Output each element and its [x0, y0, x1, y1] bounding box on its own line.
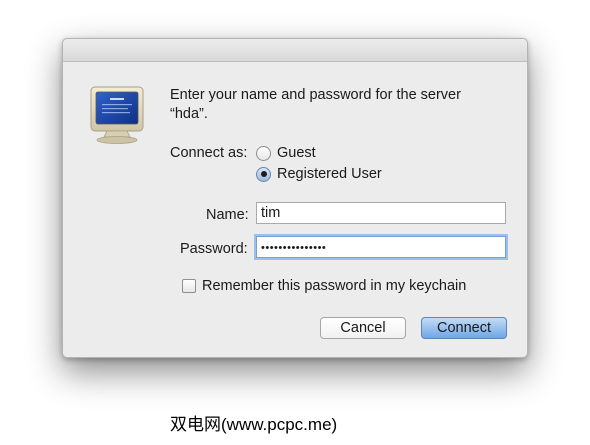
password-field[interactable]: •••••••••••••••: [256, 236, 506, 258]
server-monitor-icon: [87, 85, 147, 145]
remember-password-checkbox[interactable]: [182, 279, 196, 293]
remember-password-label[interactable]: Remember this password in my keychain: [202, 278, 466, 294]
cancel-button[interactable]: Cancel: [320, 317, 406, 339]
radio-registered-user-label[interactable]: Registered User: [277, 166, 382, 182]
connect-as-label: Connect as:: [170, 145, 248, 161]
remember-password-option[interactable]: Remember this password in my keychain: [182, 278, 466, 294]
connect-button[interactable]: Connect: [421, 317, 507, 339]
dialog-prompt: Enter your name and password for the ser…: [170, 86, 510, 124]
radio-button-guest[interactable]: [256, 145, 271, 161]
password-label: Password:: [180, 241, 248, 257]
password-field-value: •••••••••••••••: [261, 242, 327, 254]
name-label: Name:: [206, 207, 249, 223]
radio-guest-label[interactable]: Guest: [277, 145, 316, 161]
radio-guest[interactable]: Guest: [256, 145, 316, 161]
name-field-value: tim: [261, 205, 281, 221]
prompt-line-1: Enter your name and password for the ser…: [170, 87, 461, 103]
watermark-text: 双电网(www.pcpc.me): [170, 415, 338, 434]
prompt-line-2: “hda”.: [170, 106, 208, 122]
radio-button-registered-user[interactable]: [256, 166, 271, 182]
radio-registered-user[interactable]: Registered User: [256, 166, 382, 182]
connect-to-server-dialog: Enter your name and password for the ser…: [62, 38, 528, 358]
name-field[interactable]: tim: [256, 202, 506, 224]
dialog-titlebar[interactable]: [63, 39, 527, 62]
